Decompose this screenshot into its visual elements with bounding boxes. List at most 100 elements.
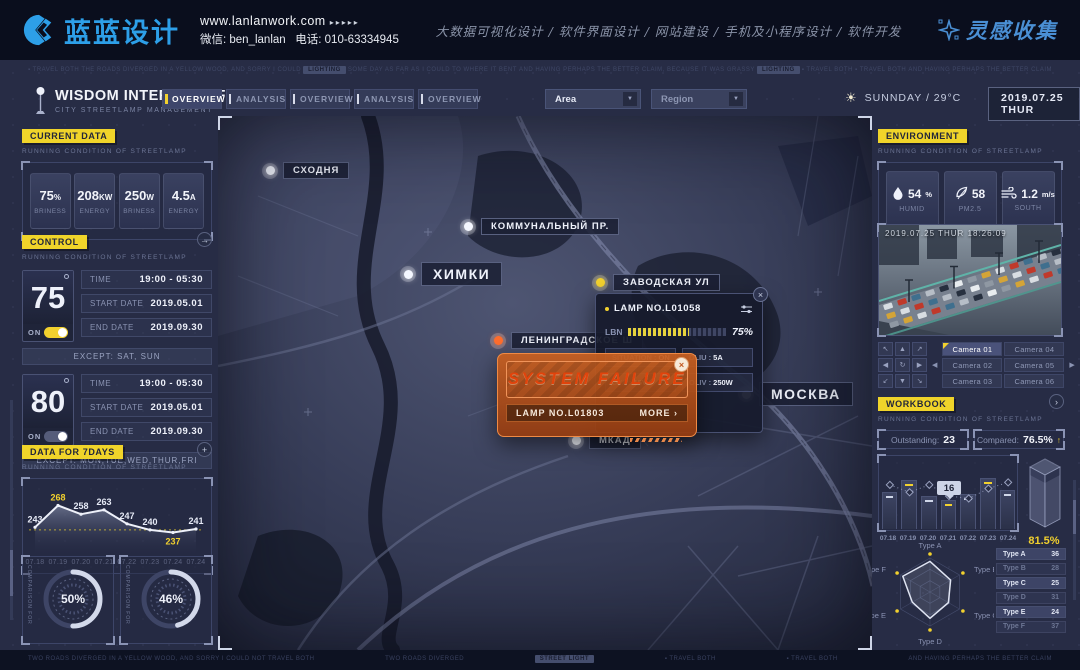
power-toggle[interactable] (44, 431, 68, 442)
close-icon[interactable]: × (674, 357, 689, 372)
tab-overview-2[interactable]: OVERVIEW (290, 89, 350, 109)
panel-badge: ENVIRONMENT (878, 129, 967, 143)
prev-cameras-icon[interactable]: ◀ (932, 361, 937, 369)
right-scrollbar[interactable] (1073, 480, 1076, 600)
row-value: 2019.05.01 (150, 402, 203, 413)
panel-badge: CURRENT DATA (22, 129, 115, 143)
pan-down-left-icon[interactable]: ↙ (878, 374, 893, 388)
panel-chevron-icon[interactable]: › (1049, 394, 1064, 409)
pan-down-right-icon[interactable]: ↘ (912, 374, 927, 388)
panel-badge: WORKBOOK (878, 397, 954, 411)
tab-overview-4[interactable]: OVERVIEW (418, 89, 478, 109)
dashboard: ▪ TRAVEL BOTHTHE ROADS DIVERGED IN A YEL… (0, 60, 1080, 670)
lamp-id: LAMP NO.L01058 (614, 303, 735, 314)
schedule-row[interactable]: TIME19:00 - 05:30 (81, 270, 212, 289)
gauge-label: COMPARISON FOR (26, 565, 32, 625)
map-pin-white-icon[interactable] (400, 266, 416, 282)
map-label-химки[interactable]: ХИМКИ (400, 262, 502, 286)
close-icon[interactable]: × (753, 287, 768, 302)
status-dot (605, 307, 609, 311)
metric-value: 4.5A (172, 188, 196, 203)
pan-left-icon[interactable]: ◀ (878, 358, 893, 372)
failure-lamp-id: LAMP NO.L01803 (516, 408, 604, 418)
inspiration-collect[interactable]: 灵感收集 (938, 15, 1058, 45)
power-toggle[interactable] (44, 327, 68, 338)
camera-button-4[interactable]: Camera 04 (1004, 342, 1064, 356)
row-value: 2019.09.30 (150, 322, 203, 333)
row-label: TIME (90, 379, 111, 388)
area-select[interactable]: Area ▼ (545, 89, 641, 109)
except-days: EXCEPT: SAT, SUN (22, 348, 212, 365)
metric-value: 208KW (77, 188, 112, 203)
schedule-row[interactable]: END DATE2019.09.30 (81, 318, 212, 337)
panel-plus-icon[interactable]: + (197, 442, 212, 457)
pin-core (266, 166, 275, 175)
lanlan-logo[interactable]: 蓝蓝设计 (22, 11, 180, 50)
map-pin-white-icon[interactable] (262, 163, 278, 179)
date-display[interactable]: 2019.07.25 THUR (988, 87, 1080, 121)
svg-text:Type A: Type A (919, 542, 942, 550)
type-row-type-b[interactable]: Type B28 (996, 563, 1066, 575)
camera-button-5[interactable]: Camera 05 (1004, 358, 1064, 372)
schedule-row[interactable]: START DATE2019.05.01 (81, 398, 212, 417)
map-pin-white-icon[interactable] (460, 219, 476, 235)
camera-button-6[interactable]: Camera 06 (1004, 374, 1064, 388)
comparison-gauge-2: COMPARISON FOR46% (120, 556, 212, 644)
ptz-dpad: ↖▲↗ ◀↻▶ ↙▼↘ (878, 342, 927, 388)
pan-up-left-icon[interactable]: ↖ (878, 342, 893, 356)
pin-core (494, 336, 503, 345)
tab-overview-0[interactable]: OVERVIEW (162, 89, 222, 109)
metric-value: 75% (39, 188, 61, 203)
schedule-row[interactable]: TIME19:00 - 05:30 (81, 374, 212, 393)
map-label-text: ХИМКИ (421, 262, 502, 286)
sliders-icon[interactable] (740, 304, 753, 314)
toggle-knob (58, 432, 67, 441)
type-row-type-d[interactable]: Type D31 (996, 592, 1066, 604)
city-map[interactable]: СХОДНЯКОММУНАЛЬНЫЙ ПР.ХИМКИЗАВОДСКАЯ УЛЛ… (218, 116, 872, 650)
pan-right-icon[interactable]: ▶ (912, 358, 927, 372)
toggle-knob (58, 328, 67, 337)
map-label-коммунальный-пр-[interactable]: КОММУНАЛЬНЫЙ ПР. (460, 218, 619, 235)
next-cameras-icon[interactable]: ▶ (1069, 361, 1074, 369)
type-row-type-a[interactable]: Type A36 (996, 548, 1066, 560)
site-url[interactable]: www.lanlanwork.com ▸▸▸▸▸ (200, 14, 399, 28)
type-row-type-c[interactable]: Type C25 (996, 577, 1066, 589)
schedule-row[interactable]: END DATE2019.09.30 (81, 422, 212, 441)
more-button[interactable]: MORE › (639, 408, 678, 418)
pan-down-icon[interactable]: ▼ (895, 374, 910, 388)
camera-button-2[interactable]: Camera 02 (942, 358, 1002, 372)
brightness-bar[interactable] (628, 328, 726, 336)
env-label: HUMID (899, 206, 924, 213)
panel-arrow-icon[interactable]: → (197, 232, 212, 247)
row-value: 19:00 - 05:30 (139, 274, 203, 285)
left-scrollbar[interactable] (10, 400, 13, 620)
env-label: PM2.5 (959, 206, 982, 213)
map-label-заводская-ул[interactable]: ЗАВОДСКАЯ УЛ (592, 274, 720, 291)
compared-stat: Compared:76.5% ↑ (974, 430, 1064, 449)
pan-up-icon[interactable]: ▲ (895, 342, 910, 356)
map-label-сходня[interactable]: СХОДНЯ (262, 162, 349, 179)
decor-text: LIGHTING (303, 66, 346, 74)
map-pin-orange-icon[interactable] (490, 333, 506, 349)
camera-button-1[interactable]: Camera 01 (942, 342, 1002, 356)
tab-analysis-1[interactable]: ANALYSIS (226, 89, 286, 109)
type-row-type-f[interactable]: Type F37 (996, 621, 1066, 633)
camera-button-3[interactable]: Camera 03 (942, 374, 1002, 388)
brightness-state: ON (23, 324, 73, 341)
pan-up-right-icon[interactable]: ↗ (912, 342, 927, 356)
type-row-type-e[interactable]: Type E24 (996, 606, 1066, 618)
region-select[interactable]: Region ▼ (651, 89, 747, 109)
workbook-panel: WORKBOOK › RUNNING CONDITION OF STREETLA… (878, 394, 1064, 551)
schedule-row[interactable]: START DATE2019.05.01 (81, 294, 212, 313)
map-pin-yellow-icon[interactable] (592, 275, 608, 291)
traffic-video-still (879, 225, 1061, 335)
camera-feed[interactable]: 2019.07.25 THUR 18:26:09 (878, 224, 1062, 336)
tab-analysis-3[interactable]: ANALYSIS (354, 89, 414, 109)
lamp-icon (64, 378, 69, 383)
decor-text: STREET LIGHT (535, 655, 594, 663)
control-panel: CONTROL → RUNNING CONDITION OF STREETLAM… (22, 232, 212, 469)
refresh-icon[interactable]: ↻ (895, 358, 910, 372)
x-tick: 07.21 (938, 535, 958, 542)
decor-text: SOME DAY AS FAR AS I COULD TO WHERE IT B… (348, 67, 517, 73)
more-arrow-icon: › (674, 408, 678, 418)
